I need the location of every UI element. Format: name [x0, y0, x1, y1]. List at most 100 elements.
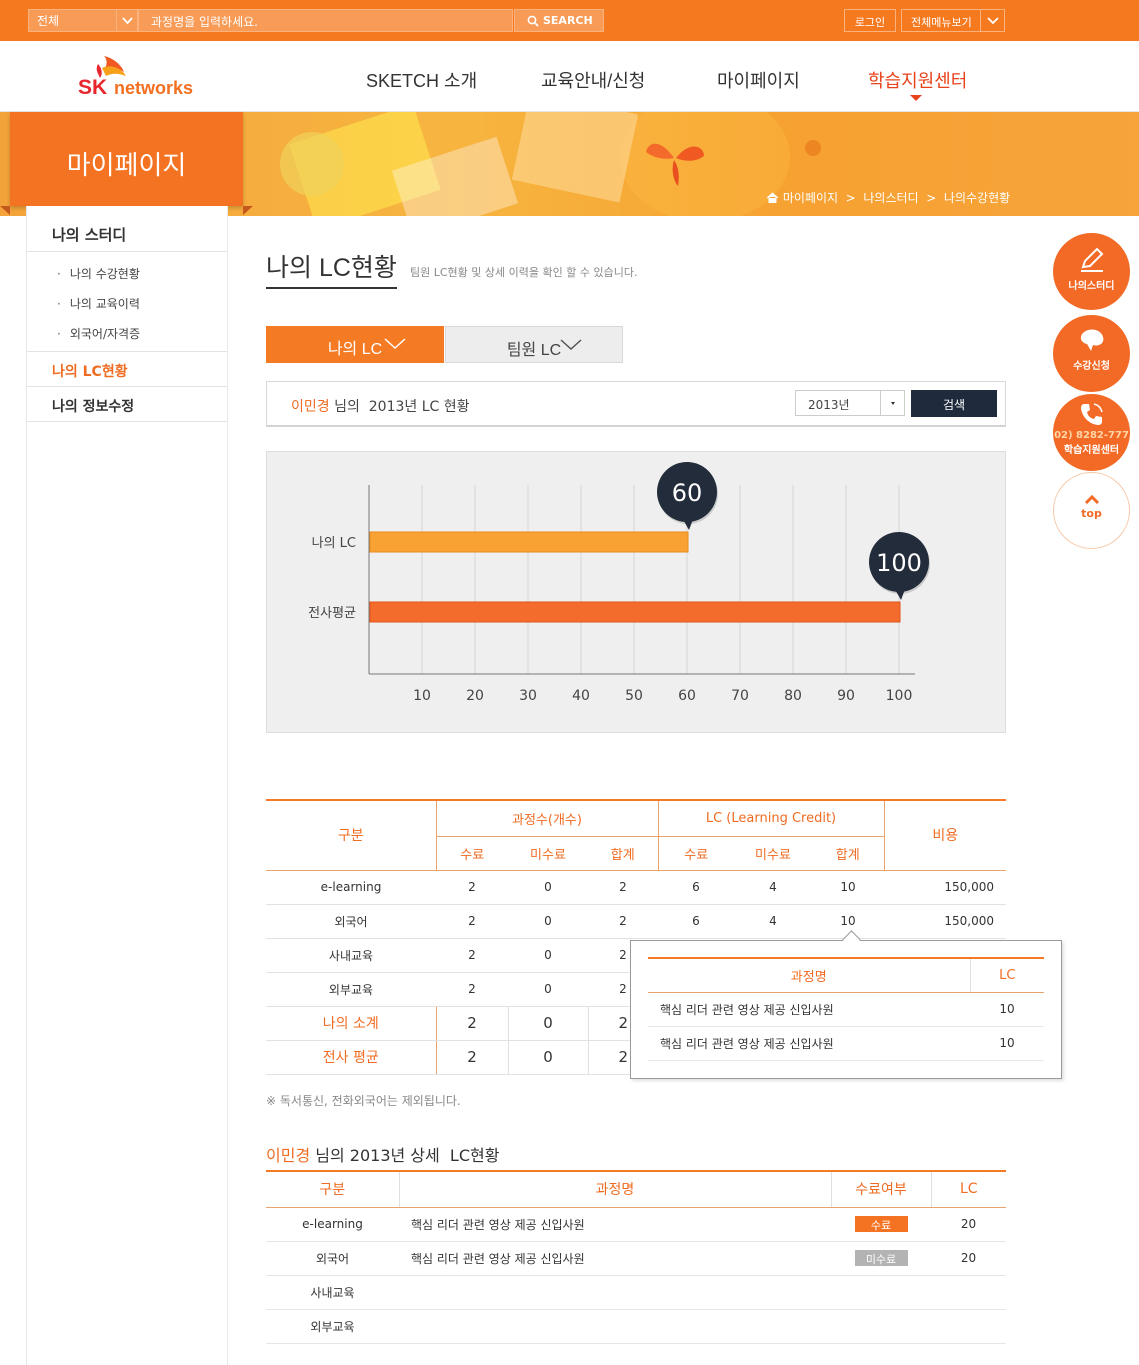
row-name: e-learning [266, 870, 436, 905]
cell: 2 [436, 1006, 508, 1041]
x-tick-label: 30 [519, 688, 537, 704]
all-menu-label: 전체메뉴보기 [911, 16, 972, 29]
cell: 0 [508, 938, 588, 973]
breadcrumb-item[interactable]: 나의스터디 [863, 191, 918, 205]
popup-row: 핵심 리더 관련 영상 제공 신입사원 10 [648, 1026, 1044, 1061]
x-tick-label: 50 [625, 688, 643, 704]
cell[interactable]: 10 [812, 870, 884, 905]
breadcrumb-separator: > [922, 191, 941, 205]
header-course-not: 미수료 [508, 836, 588, 871]
data-label: 60 [672, 479, 703, 507]
detail-course[interactable]: 핵심 리더 관련 영상 제공 신입사원 [399, 1241, 831, 1276]
search-icon [527, 15, 539, 27]
popup-course: 핵심 리더 관련 영상 제공 신입사원 [648, 1026, 970, 1061]
detail-title: 이민경 님의 2013년 상세 LC현황 [266, 1142, 499, 1166]
gnb-item-mypage[interactable]: 마이페이지 [717, 67, 800, 93]
tab-team-lc[interactable]: 팀원 LC [445, 326, 623, 363]
y-category-label: 나의 LC [312, 536, 356, 551]
gnb-item-support-center[interactable]: 학습지원센터 [868, 67, 967, 93]
cell: 2 [436, 1040, 508, 1075]
banner-decor [805, 140, 821, 156]
header-lc-not: 미수료 [734, 836, 812, 871]
sidebar-item-my-info[interactable]: 나의 정보수정 [27, 387, 227, 422]
popup-row: 핵심 리더 관련 영상 제공 신입사원 10 [648, 992, 1044, 1027]
scroll-top-button[interactable]: top [1053, 472, 1130, 549]
detail-course[interactable]: 핵심 리더 관련 영상 제공 신입사원 [399, 1207, 831, 1242]
sidebar-subitem-language[interactable]: 외국어/자격증 [57, 317, 227, 347]
header-lc-total: 합계 [812, 836, 884, 871]
banner-decor [511, 112, 639, 203]
y-category-label: 전사평균 [308, 606, 356, 621]
gnb-item-sketch[interactable]: SKETCH 소개 [366, 67, 477, 93]
cell: 6 [658, 870, 734, 905]
quick-support-button[interactable]: 02) 8282-777 학습지원센터 [1053, 394, 1130, 471]
quick-my-study-label: 나의스터디 [1068, 281, 1115, 292]
sidebar-item-my-lc[interactable]: 나의 LC현황 [27, 352, 227, 387]
sidebar-subitem-enrollment[interactable]: 나의 수강현황 [57, 257, 227, 287]
tab-my-lc-label: 나의 LC [327, 341, 383, 358]
quick-my-study-button[interactable]: 나의스터디 [1053, 233, 1130, 310]
category-select[interactable]: 전체 [28, 9, 138, 32]
scroll-top-label: top [1081, 507, 1102, 520]
status-badge: 수료 [854, 1216, 908, 1232]
year-select[interactable]: 2013년 [795, 390, 905, 416]
row-name: 사내교육 [266, 938, 436, 973]
page-title: 나의 LC현황 [266, 248, 397, 289]
lc-bar-chart: 10 20 30 40 50 60 70 80 90 100 나의 LC 60 전사평균 100 [266, 451, 1006, 733]
header-lc: LC (Learning Credit) [657, 800, 884, 837]
logo-product: networks [114, 78, 194, 98]
detail-header-lc: LC [930, 1171, 1006, 1208]
year-select-value: 2013년 [808, 398, 850, 412]
x-tick-label: 100 [886, 688, 913, 704]
active-menu-indicator [910, 95, 922, 101]
filter-summary-text: 님의 2013년 LC 현황 [329, 399, 470, 415]
detail-header-course: 과정명 [398, 1171, 831, 1208]
category-select-value: 전체 [37, 14, 60, 28]
detail-row: 외부교육 [266, 1309, 1006, 1344]
quick-apply-button[interactable]: 수강신청 [1053, 315, 1130, 392]
cell: 2 [588, 870, 658, 905]
sidebar-item-my-study[interactable]: 나의 스터디 [27, 206, 227, 252]
detail-category: 외국어 [266, 1241, 399, 1276]
detail-row: e-learning 핵심 리더 관련 영상 제공 신입사원 수료 20 [266, 1207, 1006, 1242]
detail-header-category: 구분 [266, 1171, 399, 1208]
breadcrumb-item[interactable]: 나의수강현황 [944, 191, 1010, 205]
breadcrumb-item[interactable]: 마이페이지 [783, 191, 838, 205]
tab-team-lc-label: 팀원 LC [506, 342, 562, 359]
gnb-item-education[interactable]: 교육안내/신청 [541, 67, 645, 93]
cell: 4 [734, 904, 812, 939]
login-button[interactable]: 로그인 [844, 9, 896, 32]
quick-apply-label: 수강신청 [1073, 361, 1110, 372]
top-bar: 전체 과정명을 입력하세요. SEARCH 로그인 전체메뉴보기 [0, 0, 1139, 41]
cell: 0 [508, 870, 588, 905]
sidebar-subitem-history[interactable]: 나의 교육이력 [57, 287, 227, 317]
cell: 2 [588, 904, 658, 939]
search-button-label: SEARCH [543, 14, 593, 27]
popup-table: 과정명 LC 핵심 리더 관련 영상 제공 신입사원 10 핵심 리더 관련 영… [648, 957, 1044, 1061]
row-name: 나의 소계 [266, 1006, 437, 1041]
cell: 2 [436, 938, 508, 973]
header-lc-done: 수료 [657, 836, 734, 871]
all-menu-button[interactable]: 전체메뉴보기 [901, 9, 1005, 32]
filter-summary: 이민경 님의 2013년 LC 현황 [291, 396, 470, 416]
sk-networks-logo[interactable]: SK networks [78, 54, 208, 100]
caret-down-icon [880, 391, 904, 415]
home-icon [766, 192, 779, 203]
detail-category: 사내교육 [266, 1275, 399, 1310]
header-courses: 과정수(개수) [435, 800, 658, 837]
tab-my-lc[interactable]: 나의 LC [266, 326, 444, 363]
bar [369, 601, 901, 623]
cell: 4 [734, 870, 812, 905]
detail-status-cell [831, 1275, 931, 1310]
lc-filter-bar: 이민경 님의 2013년 LC 현황 2013년 검색 [266, 381, 1006, 427]
search-input[interactable]: 과정명을 입력하세요. [138, 9, 513, 32]
filter-search-button[interactable]: 검색 [911, 390, 997, 417]
detail-lc: 20 [931, 1241, 1006, 1276]
banner-butterfly-icon [646, 143, 704, 186]
search-button[interactable]: SEARCH [514, 9, 604, 32]
popup-header-lc: LC [970, 958, 1044, 993]
banner-decor [280, 132, 344, 196]
quick-support-label: 학습지원센터 [1063, 445, 1120, 456]
x-tick-label: 40 [572, 688, 590, 704]
cell: 150,000 [884, 870, 1006, 905]
